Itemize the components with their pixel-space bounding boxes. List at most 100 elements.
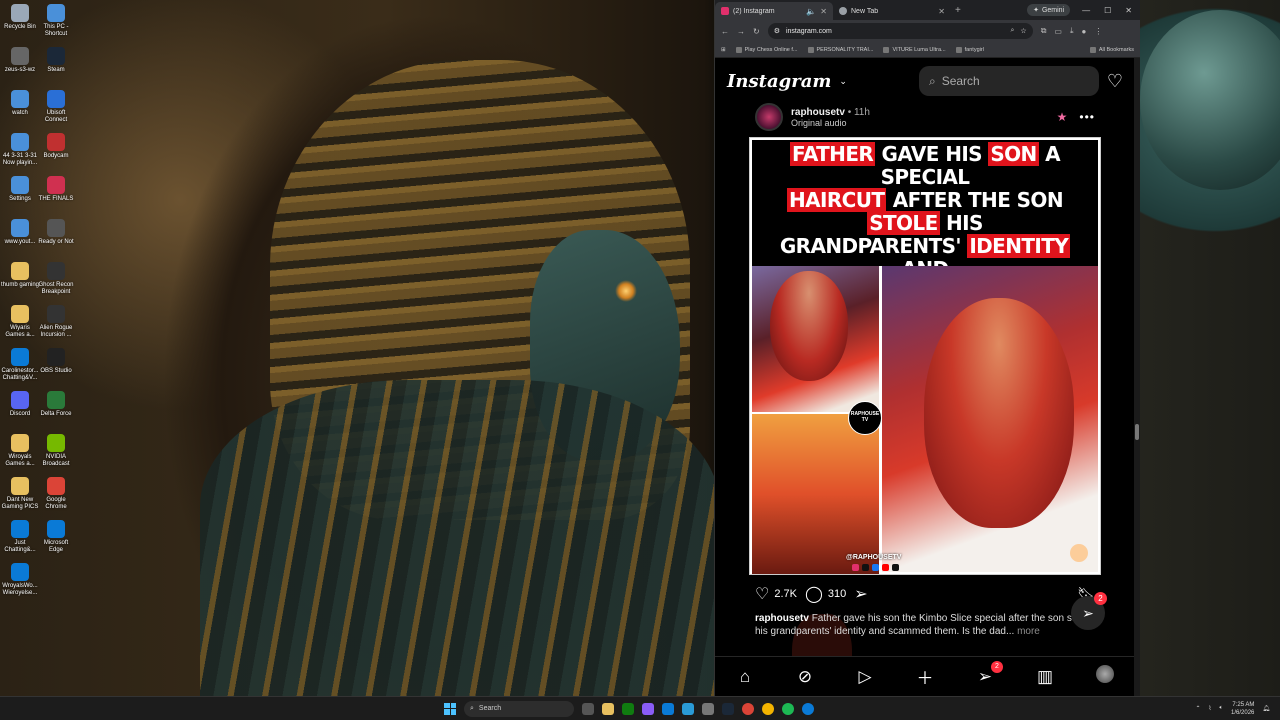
desktop-icon[interactable]: Wiyaris Games a...	[0, 305, 40, 339]
xbox-icon[interactable]	[622, 702, 634, 715]
apps-icon[interactable]: ⊞	[721, 47, 726, 53]
bookmark-viture[interactable]: VITURE Luma Ultra...	[883, 46, 946, 53]
spotify-icon[interactable]	[782, 702, 794, 715]
copilot-icon[interactable]	[642, 702, 654, 715]
caption-more-link[interactable]: more	[1017, 626, 1040, 637]
desktop-icon[interactable]: Wiroyals Games a...	[0, 434, 40, 468]
home-icon[interactable]: ⌂	[733, 667, 757, 687]
edge-icon[interactable]	[802, 702, 814, 715]
bookmark-personality[interactable]: PERSONALITY TRAI...	[807, 46, 873, 53]
bookmark-chess[interactable]: Play Chess Online f...	[735, 46, 798, 53]
desktop-icon[interactable]: Microsoft Edge	[36, 520, 76, 554]
create-plus-icon[interactable]: ＋	[913, 664, 937, 689]
post-username[interactable]: raphousetv	[791, 107, 845, 118]
zoom-icon[interactable]: ⌕	[1011, 27, 1015, 35]
desktop-icon[interactable]: WroyalsWo... Wieroyelse...	[0, 563, 40, 597]
desktop-icon[interactable]: 44 3-31 3-31 Now playin...	[0, 133, 40, 167]
messages-button[interactable]: ➢ 2	[1071, 592, 1107, 630]
wifi-icon[interactable]: ⌇	[1208, 705, 1211, 712]
more-options-icon[interactable]: •••	[1079, 110, 1095, 124]
caption-username[interactable]: raphousetv	[755, 613, 809, 624]
desktop-icon[interactable]: Recycle Bin	[0, 4, 40, 31]
desktop-icon[interactable]: Carolinestor... Chatting&V...	[0, 348, 40, 382]
bookmark-star-icon[interactable]: ☆	[1020, 27, 1026, 35]
forward-icon[interactable]: →	[737, 27, 745, 36]
chrome-active-icon[interactable]	[762, 702, 774, 715]
post-media[interactable]: FATHER GAVE HIS SON A SPECIAL HAIRCUT AFT…	[749, 137, 1101, 696]
extensions-icon[interactable]: ⧉	[1041, 26, 1047, 36]
start-windows-icon[interactable]	[444, 702, 456, 715]
photos-icon[interactable]	[682, 702, 694, 715]
tray-chevron-icon[interactable]: ⌃	[1195, 705, 1200, 712]
desktop-icon[interactable]: Ghost Recon Breakpoint	[36, 262, 76, 296]
audio-icon[interactable]: 🔈	[806, 7, 816, 16]
notification-bell-icon[interactable]: 🔔︎	[1262, 705, 1270, 712]
insights-icon[interactable]: ▥	[1033, 667, 1057, 687]
gemini-button[interactable]: ✦ Gemini	[1027, 4, 1071, 16]
desktop-icon[interactable]: Ubisoft Connect	[36, 90, 76, 124]
volume-icon[interactable]: 🔈︎	[1219, 705, 1223, 712]
desktop-icon[interactable]: OBS Studio	[36, 348, 76, 375]
downloads-icon[interactable]: ⤓	[1070, 26, 1074, 36]
close-tab-icon[interactable]: ✕	[938, 7, 945, 16]
desktop-icon[interactable]: Just Chatting&...	[0, 520, 40, 554]
store-icon[interactable]	[662, 702, 674, 715]
reels-icon[interactable]: ▷	[853, 667, 877, 687]
desktop-icon[interactable]: www.yout...	[0, 219, 40, 246]
reload-icon[interactable]: ↻	[753, 27, 760, 36]
chrome-favicon-icon	[839, 7, 847, 15]
comment-button[interactable]: ◯ 310	[805, 584, 846, 604]
desktop-icon[interactable]: Alien Rogue Incursion ...	[36, 305, 76, 339]
share-button[interactable]: ➢	[854, 584, 867, 604]
avatar[interactable]	[755, 103, 783, 131]
task-view-icon[interactable]	[582, 702, 594, 715]
maximize-icon[interactable]: ☐	[1104, 6, 1111, 15]
desktop-icon[interactable]: thumb gaming	[0, 262, 40, 289]
desktop-icon[interactable]: zeus-s3-wz	[0, 47, 40, 74]
chrome-icon[interactable]	[742, 702, 754, 715]
steam-icon[interactable]	[722, 702, 734, 715]
desktop-icon[interactable]: Steam	[36, 47, 76, 74]
desktop-icon[interactable]: watch	[0, 90, 40, 117]
settings-icon[interactable]	[702, 702, 714, 715]
search-input[interactable]: ⌕ Search	[918, 66, 1099, 96]
bookmark-fantygirl[interactable]: fantygirl	[955, 46, 984, 53]
like-button[interactable]: ♡ 2.7K	[755, 584, 797, 604]
mute-icon[interactable]	[1070, 544, 1088, 562]
desktop-icon[interactable]: NVIDIA Broadcast	[36, 434, 76, 468]
file-explorer-icon[interactable]	[602, 702, 614, 715]
taskbar-search[interactable]: ⌕ Search	[464, 700, 574, 717]
explore-compass-icon[interactable]: ⊘	[793, 667, 817, 687]
instagram-logo[interactable]: Instagram	[727, 71, 831, 92]
all-bookmarks[interactable]: All Bookmarks	[1089, 46, 1134, 53]
post-audio[interactable]: Original audio	[791, 118, 870, 128]
minimize-icon[interactable]: —	[1082, 6, 1090, 15]
profile-icon[interactable]: ●	[1082, 27, 1087, 36]
address-bar[interactable]: ⚙ instagram.com ⌕ ☆	[767, 23, 1033, 39]
menu-icon[interactable]: ⋮	[1094, 27, 1102, 36]
desktop-icon[interactable]: Bodycam	[36, 133, 76, 160]
page-scrollbar[interactable]	[1134, 58, 1140, 696]
cast-icon[interactable]: ▭	[1054, 27, 1062, 36]
new-tab-button[interactable]: +	[951, 5, 965, 16]
tab-new-tab[interactable]: New Tab ✕	[833, 2, 951, 20]
nav-messages-icon[interactable]: ➢ 2	[973, 660, 1003, 687]
site-info-icon[interactable]: ⚙	[774, 27, 780, 35]
scrollbar-thumb[interactable]	[1135, 424, 1139, 440]
close-tab-icon[interactable]: ✕	[820, 7, 827, 16]
close-window-icon[interactable]: ✕	[1125, 6, 1132, 15]
desktop-icon[interactable]: Delta Force	[36, 391, 76, 418]
desktop-icon[interactable]: Discord	[0, 391, 40, 418]
chevron-down-icon[interactable]: ⌄	[839, 76, 847, 87]
desktop-icon[interactable]: Google Chrome	[36, 477, 76, 511]
profile-avatar-icon[interactable]	[1093, 665, 1117, 688]
desktop-icon[interactable]: Settings	[0, 176, 40, 203]
desktop-icon[interactable]: This PC - Shortcut	[36, 4, 76, 38]
desktop-icon[interactable]: Ready or Not	[36, 219, 76, 246]
taskbar-clock[interactable]: 7:25 AM 1/6/2026	[1231, 701, 1254, 717]
tab-instagram[interactable]: (2) Instagram 🔈 ✕	[715, 2, 833, 20]
notifications-heart-icon[interactable]: ♡	[1107, 71, 1123, 92]
desktop-icon[interactable]: Dant New Gaming PICS	[0, 477, 40, 511]
back-icon[interactable]: ←	[721, 27, 729, 36]
desktop-icon[interactable]: THE FINALS	[36, 176, 76, 203]
